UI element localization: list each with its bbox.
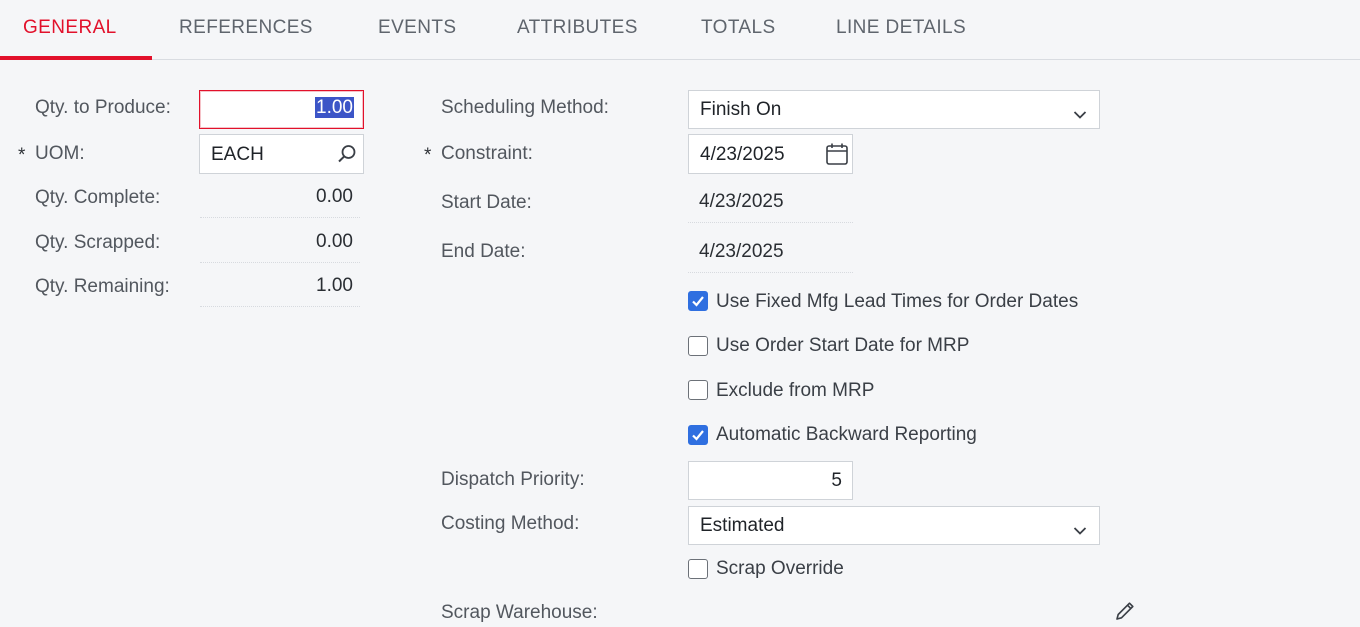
chevron-down-icon xyxy=(1073,520,1087,542)
uom-required-marker: * xyxy=(18,145,26,166)
use-fixed-mfg-lead-times-checkbox[interactable] xyxy=(688,291,708,311)
end-date-value: 4/23/2025 xyxy=(688,241,853,273)
tab-references[interactable]: REFERENCES xyxy=(179,17,313,39)
dispatch-priority-input[interactable]: 5 xyxy=(688,461,853,500)
tab-bar: GENERAL REFERENCES EVENTS ATTRIBUTES TOT… xyxy=(0,0,1360,60)
constraint-label: Constraint: xyxy=(441,143,533,164)
uom-value: EACH xyxy=(211,144,264,165)
qty-to-produce-input[interactable]: 1.00 xyxy=(199,90,364,129)
check-icon xyxy=(692,296,704,307)
use-order-start-date-label[interactable]: Use Order Start Date for MRP xyxy=(716,335,969,357)
qty-remaining-value: 1.00 xyxy=(200,275,360,307)
start-date-label: Start Date: xyxy=(441,192,532,213)
scrap-override-checkbox[interactable] xyxy=(688,559,708,579)
constraint-date-input[interactable]: 4/23/2025 xyxy=(688,134,853,174)
uom-label: UOM: xyxy=(35,143,85,164)
dispatch-priority-label: Dispatch Priority: xyxy=(441,469,585,490)
qty-scrapped-label: Qty. Scrapped: xyxy=(35,232,161,253)
constraint-value: 4/23/2025 xyxy=(700,144,785,165)
qty-to-produce-value: 1.00 xyxy=(315,97,354,118)
scrap-warehouse-label: Scrap Warehouse: xyxy=(441,602,598,623)
tab-line-details[interactable]: LINE DETAILS xyxy=(836,17,966,39)
tab-general[interactable]: GENERAL xyxy=(23,17,117,39)
search-icon[interactable] xyxy=(337,144,357,170)
chevron-down-icon xyxy=(1073,104,1087,126)
exclude-from-mrp-label[interactable]: Exclude from MRP xyxy=(716,380,874,402)
scheduling-method-value: Finish On xyxy=(700,99,782,120)
dispatch-priority-value: 5 xyxy=(831,470,842,491)
scrap-override-label[interactable]: Scrap Override xyxy=(716,558,844,580)
use-order-start-date-checkbox[interactable] xyxy=(688,336,708,356)
uom-selector[interactable]: EACH xyxy=(199,134,364,174)
scheduling-method-label: Scheduling Method: xyxy=(441,97,609,118)
check-icon xyxy=(692,430,704,441)
exclude-from-mrp-checkbox[interactable] xyxy=(688,380,708,400)
use-fixed-mfg-lead-times-label[interactable]: Use Fixed Mfg Lead Times for Order Dates xyxy=(716,291,1078,313)
qty-remaining-label: Qty. Remaining: xyxy=(35,276,170,297)
automatic-backward-reporting-checkbox[interactable] xyxy=(688,425,708,445)
costing-method-value: Estimated xyxy=(700,515,785,536)
start-date-value: 4/23/2025 xyxy=(688,191,853,223)
qty-to-produce-label: Qty. to Produce: xyxy=(35,97,171,118)
qty-complete-value: 0.00 xyxy=(200,186,360,218)
pencil-icon[interactable] xyxy=(1114,600,1136,627)
qty-complete-label: Qty. Complete: xyxy=(35,187,161,208)
qty-scrapped-value: 0.00 xyxy=(200,231,360,263)
scheduling-method-select[interactable]: Finish On xyxy=(688,90,1100,129)
costing-method-label: Costing Method: xyxy=(441,513,580,534)
end-date-label: End Date: xyxy=(441,241,526,262)
active-tab-indicator xyxy=(0,56,152,60)
tab-events[interactable]: EVENTS xyxy=(378,17,456,39)
tab-totals[interactable]: TOTALS xyxy=(701,17,776,39)
tab-attributes[interactable]: ATTRIBUTES xyxy=(517,17,638,39)
automatic-backward-reporting-label[interactable]: Automatic Backward Reporting xyxy=(716,424,977,446)
calendar-icon[interactable] xyxy=(825,142,849,172)
constraint-required-marker: * xyxy=(424,145,432,166)
costing-method-select[interactable]: Estimated xyxy=(688,506,1100,545)
